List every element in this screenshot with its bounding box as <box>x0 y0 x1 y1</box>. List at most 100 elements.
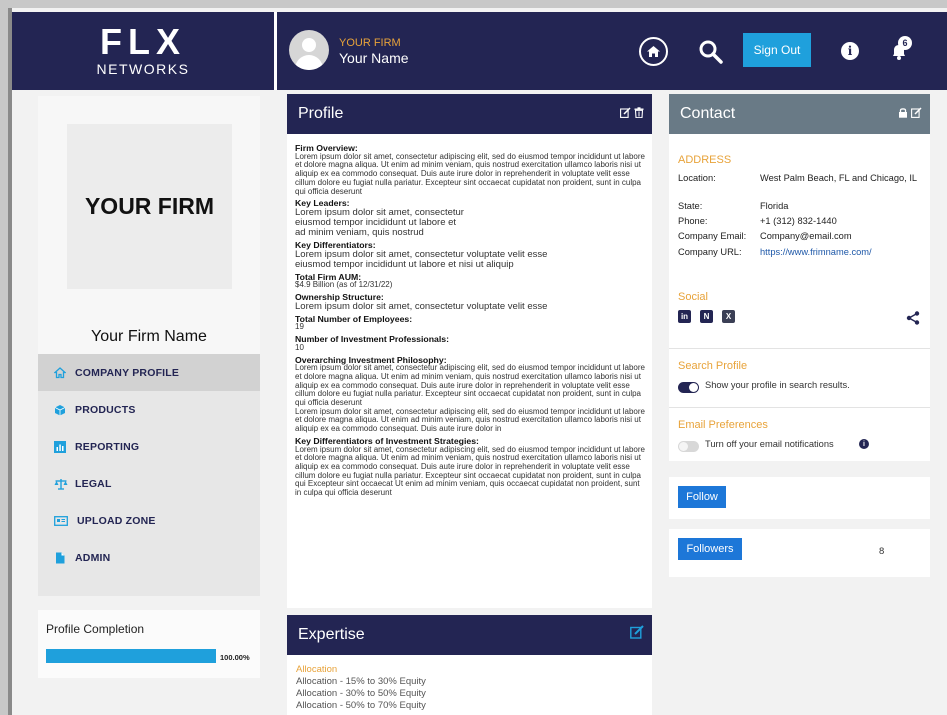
bar-chart-icon <box>54 440 66 453</box>
logo-text-networks: NETWORKS <box>96 61 190 77</box>
search-profile-heading: Search Profile <box>678 360 748 372</box>
divider <box>669 407 930 408</box>
divider <box>669 348 930 349</box>
social-heading: Social <box>678 291 708 303</box>
address-heading: ADDRESS <box>678 154 732 166</box>
email-preferences-heading: Email Preferences <box>678 419 768 431</box>
email-notifications-toggle[interactable] <box>678 441 699 452</box>
share-icon[interactable] <box>906 311 920 330</box>
followers-count: 8 <box>879 546 885 557</box>
info-icon[interactable]: i <box>859 439 869 449</box>
notification-badge: 6 <box>898 36 912 50</box>
top-header: FLX NETWORKS YOUR FIRM Your Name Sign Ou… <box>12 12 947 90</box>
profile-section-text: Lorem ipsum dolor sit amet, consectetur … <box>295 206 464 238</box>
expertise-body: Allocation Allocation - 15% to 30% Equit… <box>296 664 426 712</box>
profile-section-text: Lorem ipsum dolor sit amet, consectetur … <box>295 363 645 434</box>
expertise-item: Allocation - 50% to 70% Equity <box>296 700 426 711</box>
profile-section-text: 19 <box>295 322 304 332</box>
profile-section-text: $4.9 Billion (as of 12/31/22) <box>295 280 393 290</box>
profile-completion-bar <box>46 649 216 663</box>
profile-section-text: Lorem ipsum dolor sit amet, consectetur … <box>295 444 645 498</box>
profile-completion-percent: 100.00% <box>220 653 250 662</box>
followers-panel: Followers 8 <box>669 529 930 577</box>
firm-name: Your Firm Name <box>38 320 260 354</box>
sidebar-item-label: UPLOAD ZONE <box>77 514 156 527</box>
expertise-item: Allocation - 15% to 30% Equity <box>296 676 426 687</box>
company-url-label: Company URL: <box>678 247 742 257</box>
profile-card: Profile Firm Overview: Lorem ipsum dolor … <box>287 94 652 608</box>
sidebar-item-label: PRODUCTS <box>75 403 136 416</box>
sidebar-nav: COMPANY PROFILE PRODUCTS REPORTING LEGAL <box>38 354 260 576</box>
sidebar-item-label: REPORTING <box>75 440 140 453</box>
sidebar: YOUR FIRM Your Firm Name COMPANY PROFILE… <box>38 96 260 596</box>
logo-text-flx: FLX <box>100 21 186 62</box>
sidebar-item-label: LEGAL <box>75 477 112 490</box>
lock-icon[interactable] <box>898 94 908 134</box>
sidebar-item-products[interactable]: PRODUCTS <box>38 391 260 428</box>
phone-value: +1 (312) 832-1440 <box>760 216 837 226</box>
sidebar-item-company-profile[interactable]: COMPANY PROFILE <box>38 354 260 391</box>
expertise-title: Expertise <box>298 626 365 643</box>
profile-section-heading: Total Number of Employees: <box>295 313 413 324</box>
n-network-icon[interactable]: N <box>700 310 713 323</box>
linkedin-icon[interactable]: in <box>678 310 691 323</box>
sidebar-item-admin[interactable]: ADMIN <box>38 539 260 576</box>
profile-completion-title: Profile Completion <box>46 622 145 636</box>
info-icon[interactable]: i <box>841 42 859 60</box>
expertise-card: Expertise Allocation Allocation - 15% to… <box>287 615 652 715</box>
email-notifications-note: Turn off your email notifications <box>705 439 834 449</box>
contact-card: Contact ADDRESS Location: West Palm Beac… <box>669 94 930 461</box>
location-label: Location: <box>678 173 716 183</box>
follow-panel: Follow <box>669 477 930 519</box>
followers-button[interactable]: Followers <box>678 538 742 560</box>
upload-icon <box>54 515 68 527</box>
company-url-link[interactable]: https://www.frimname.com/ <box>760 247 925 258</box>
home-icon[interactable] <box>639 37 668 66</box>
expertise-subheading: Allocation <box>296 664 338 675</box>
profile-title: Profile <box>298 105 344 122</box>
sidebar-item-legal[interactable]: LEGAL <box>38 465 260 502</box>
profile-completion-panel: Profile Completion 100.00% <box>38 610 260 678</box>
edit-icon[interactable] <box>911 94 922 134</box>
home-icon <box>53 366 67 379</box>
contact-title: Contact <box>680 105 736 122</box>
company-email-label: Company Email: <box>678 231 747 241</box>
sidebar-item-upload-zone[interactable]: UPLOAD ZONE <box>38 502 260 539</box>
profile-header: Profile <box>287 94 652 134</box>
trash-icon[interactable] <box>634 94 644 134</box>
edit-icon[interactable] <box>630 615 644 655</box>
expertise-header: Expertise <box>287 615 652 655</box>
document-icon <box>54 552 66 564</box>
profile-section-text: Lorem ipsum dolor sit amet, consectetur … <box>295 300 548 312</box>
state-value: Florida <box>760 201 789 211</box>
sidebar-item-label: ADMIN <box>75 551 111 564</box>
scale-icon <box>54 478 68 490</box>
sidebar-item-reporting[interactable]: REPORTING <box>38 428 260 465</box>
header-user-name: Your Name <box>339 50 409 66</box>
contact-header: Contact <box>669 94 930 134</box>
cube-icon <box>54 404 66 416</box>
x-twitter-icon[interactable]: X <box>722 310 735 323</box>
phone-label: Phone: <box>678 216 708 226</box>
location-value: West Palm Beach, FL and Chicago, IL <box>760 173 918 183</box>
search-profile-note: Show your profile in search results. <box>705 380 850 390</box>
profile-section-text: Lorem ipsum dolor sit amet, consectetur … <box>295 248 548 270</box>
sign-out-button[interactable]: Sign Out <box>743 33 811 67</box>
follow-button[interactable]: Follow <box>678 486 726 508</box>
profile-section-text: 10 <box>295 342 304 352</box>
profile-section-text: Lorem ipsum dolor sit amet, consectetur … <box>295 151 645 196</box>
firm-logo: YOUR FIRM <box>67 124 232 289</box>
search-icon[interactable] <box>698 39 724 65</box>
flx-logo[interactable]: FLX NETWORKS <box>12 12 277 90</box>
firm-logo-panel: YOUR FIRM <box>38 96 260 320</box>
state-label: State: <box>678 201 703 211</box>
expertise-item: Allocation - 30% to 50% Equity <box>296 688 426 699</box>
profile-section-heading: Number of Investment Professionals: <box>295 334 449 345</box>
company-email-value: Company@email.com <box>760 231 852 241</box>
profile-body: Firm Overview: Lorem ipsum dolor sit amet… <box>295 143 645 501</box>
search-profile-toggle[interactable] <box>678 382 699 393</box>
avatar[interactable] <box>289 30 329 70</box>
header-firm-label: YOUR FIRM <box>339 37 401 49</box>
sidebar-item-label: COMPANY PROFILE <box>75 366 180 379</box>
edit-icon[interactable] <box>620 94 631 134</box>
